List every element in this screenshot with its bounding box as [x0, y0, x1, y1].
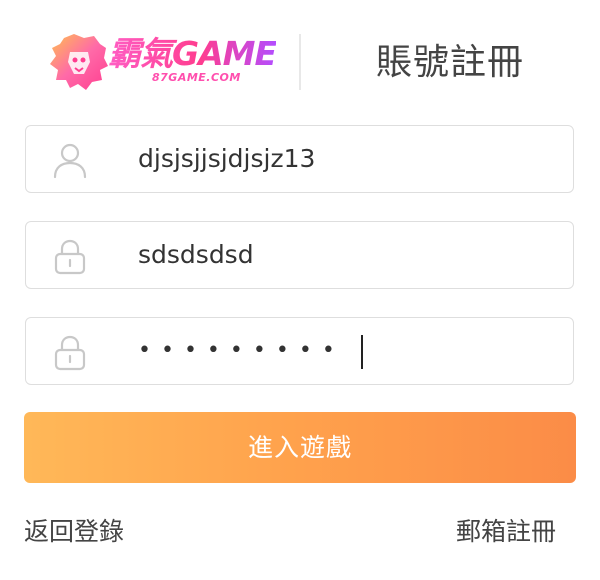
header: 霸氣GAME 87GAME.COM 賬號註冊 — [0, 0, 600, 120]
user-icon — [53, 143, 87, 179]
logo-wordmark: 霸氣GAME — [108, 34, 277, 73]
password-value: sdsdsdsd — [138, 240, 254, 269]
confirm-password-field[interactable]: ••••••••• — [25, 317, 574, 385]
password-field[interactable]: sdsdsdsd — [25, 221, 574, 289]
text-caret — [361, 335, 363, 369]
lock-icon — [54, 335, 86, 371]
brand-logo: 霸氣GAME 87GAME.COM — [44, 30, 277, 94]
back-to-login-link[interactable]: 返回登錄 — [24, 512, 124, 552]
email-register-link[interactable]: 郵箱註冊 — [456, 512, 556, 552]
username-field[interactable]: djsjsjjsjdjsjz13 — [25, 125, 574, 193]
confirm-password-value: ••••••••• — [138, 338, 345, 363]
page-title: 賬號註冊 — [375, 42, 524, 83]
header-divider — [299, 34, 301, 90]
logo-domain: 87GAME.COM — [152, 71, 241, 84]
enter-game-button[interactable]: 進入遊戲 — [24, 412, 576, 483]
username-value: djsjsjjsjdjsjz13 — [138, 144, 316, 173]
lock-icon — [54, 239, 86, 275]
lion-logo-icon — [50, 34, 108, 90]
